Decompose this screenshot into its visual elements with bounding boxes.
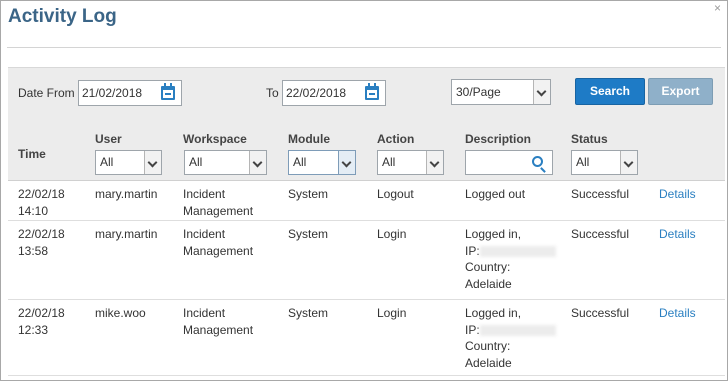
user-cell: mary.martin	[95, 187, 158, 201]
title-divider	[7, 47, 721, 48]
workspace-line: Incident	[183, 227, 226, 241]
status-filter-select[interactable]: All	[571, 150, 638, 175]
user-filter-value: All	[100, 155, 114, 169]
column-header-user: User	[95, 132, 122, 146]
time-cell: 22/02/18 13:58	[18, 226, 65, 259]
table-header: Time User All Workspace All Module All A…	[8, 125, 725, 181]
calendar-icon[interactable]	[161, 83, 175, 100]
date-from-label: Date From	[18, 86, 75, 100]
status-cell: Successful	[571, 227, 630, 241]
column-header-workspace: Workspace	[183, 132, 247, 146]
description-line: Logged in,	[465, 306, 522, 320]
action-cell: Login	[377, 306, 407, 320]
status-filter-value: All	[576, 155, 590, 169]
export-button[interactable]: Export	[648, 78, 713, 105]
chevron-down-icon[interactable]	[426, 151, 443, 174]
row-date: 22/02/18	[18, 306, 65, 320]
filter-toolbar: Date From To 30/Page Search Export	[8, 67, 725, 125]
workspace-line: Management	[183, 322, 254, 337]
row-date: 22/02/18	[18, 227, 65, 241]
workspace-filter-select[interactable]: All	[184, 150, 267, 175]
date-to-field[interactable]	[282, 80, 386, 106]
column-header-action: Action	[377, 132, 415, 146]
column-header-module: Module	[288, 132, 330, 146]
chevron-down-icon[interactable]	[249, 151, 266, 174]
close-icon[interactable]: ×	[714, 1, 721, 15]
country-value: Adelaide	[465, 355, 512, 370]
row-time: 12:33	[18, 322, 49, 337]
redacted-ip	[479, 324, 556, 336]
column-header-status: Status	[571, 132, 608, 146]
dialog-title: Activity Log	[8, 6, 117, 27]
calendar-icon[interactable]	[365, 83, 379, 100]
module-filter-value: All	[293, 155, 307, 169]
country-label: Country:	[465, 339, 511, 353]
details-link[interactable]: Details	[659, 305, 696, 322]
redacted-ip	[479, 245, 556, 257]
chevron-down-icon[interactable]	[338, 151, 355, 174]
description-cell: Logged in, IP: Country: Adelaide	[465, 305, 556, 371]
ip-line: IP:	[465, 243, 556, 260]
action-cell: Login	[377, 227, 407, 241]
description-search-input[interactable]	[466, 151, 526, 174]
workspace-line: Management	[183, 243, 254, 258]
workspace-cell: Incident Management	[183, 305, 253, 338]
ip-line: IP:	[465, 322, 556, 339]
status-cell: Successful	[571, 306, 630, 320]
page-size-value: 30/Page	[456, 85, 501, 99]
table-row: 22/02/18 13:58 mary.martin Incident Mana…	[8, 221, 725, 300]
description-cell: Logged in, IP: Country: Adelaide	[465, 226, 556, 292]
workspace-cell: Incident Management	[183, 226, 253, 259]
module-filter-select[interactable]: All	[288, 150, 356, 175]
chevron-down-icon[interactable]	[533, 80, 550, 104]
row-time: 14:10	[18, 203, 49, 218]
module-cell: System	[288, 187, 329, 201]
activity-log-dialog: Activity Log × Date From To 30/Page Sear…	[0, 0, 728, 381]
description-line: Logged in,	[465, 227, 522, 241]
date-from-input[interactable]	[79, 81, 149, 105]
details-link[interactable]: Details	[659, 186, 696, 203]
row-time: 13:58	[18, 243, 49, 258]
workspace-line: Incident	[183, 306, 226, 320]
country-value: Adelaide	[465, 276, 512, 291]
status-cell: Successful	[571, 187, 630, 201]
user-filter-select[interactable]: All	[95, 150, 162, 175]
row-date: 22/02/18	[18, 187, 65, 201]
action-filter-select[interactable]: All	[377, 150, 444, 175]
date-to-label: To	[266, 86, 279, 100]
module-cell: System	[288, 306, 329, 320]
table-row: 22/02/18 12:33 mike.woo Incident Managem…	[8, 300, 725, 376]
column-header-description: Description	[465, 132, 532, 146]
workspace-filter-value: All	[189, 155, 203, 169]
user-cell: mike.woo	[95, 306, 146, 320]
description-search-field[interactable]	[465, 150, 553, 175]
search-button[interactable]: Search	[575, 78, 645, 105]
country-label: Country:	[465, 260, 511, 274]
search-icon[interactable]	[532, 156, 543, 167]
description-cell: Logged out	[465, 187, 526, 201]
action-filter-value: All	[382, 155, 396, 169]
page-size-select[interactable]: 30/Page	[451, 79, 551, 105]
ip-label: IP:	[465, 322, 480, 337]
user-cell: mary.martin	[95, 227, 158, 241]
workspace-line: Management	[183, 203, 254, 218]
ip-label: IP:	[465, 243, 480, 258]
time-cell: 22/02/18 12:33	[18, 305, 65, 338]
chevron-down-icon[interactable]	[620, 151, 637, 174]
date-from-field[interactable]	[78, 80, 182, 106]
time-cell: 22/02/18 14:10	[18, 186, 65, 219]
module-cell: System	[288, 227, 329, 241]
workspace-line: Incident	[183, 187, 226, 201]
workspace-cell: Incident Management	[183, 186, 253, 219]
date-to-input[interactable]	[283, 81, 353, 105]
action-cell: Logout	[377, 187, 414, 201]
column-header-time: Time	[18, 147, 46, 161]
chevron-down-icon[interactable]	[144, 151, 161, 174]
details-link[interactable]: Details	[659, 226, 696, 243]
table-row: 22/02/18 14:10 mary.martin Incident Mana…	[8, 181, 725, 221]
